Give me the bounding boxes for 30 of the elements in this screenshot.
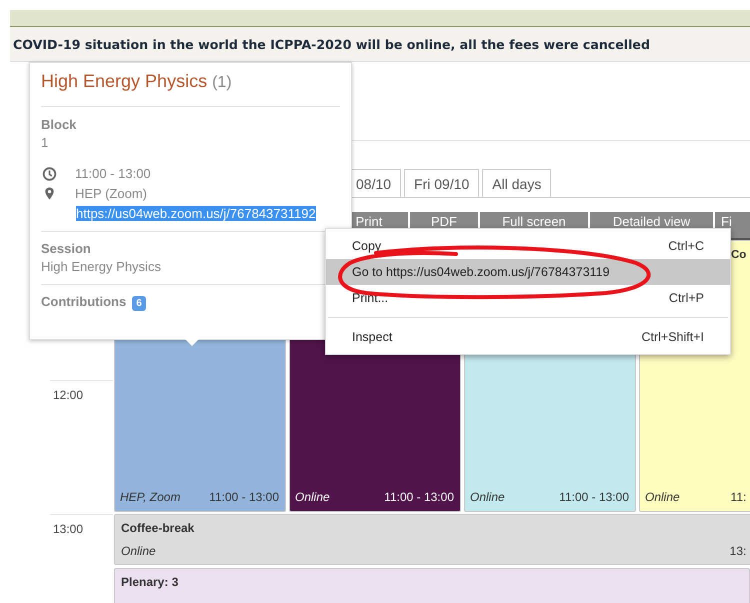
time-text: 11:00 - 13:00 xyxy=(75,166,151,181)
block-title: Co xyxy=(731,249,746,261)
block-location: Online xyxy=(121,544,156,558)
block-label: Block xyxy=(41,117,78,132)
popup-title: High Energy Physics xyxy=(41,71,208,91)
block-location: HEP, Zoom xyxy=(120,490,180,504)
block-time: 11:00 - 13:00 xyxy=(559,490,629,504)
block-value: 1 xyxy=(41,135,50,150)
time-label: 13:00 xyxy=(50,514,113,536)
day-tab[interactable]: All days xyxy=(482,169,552,197)
room-text: HEP (Zoom) xyxy=(75,186,147,201)
session-label: Session xyxy=(41,241,92,256)
block-location: Online xyxy=(470,490,505,504)
popup-count: (1) xyxy=(212,74,232,91)
block-title: Coffee-break xyxy=(121,521,196,535)
block-time: 11:00 - 13:00 xyxy=(209,490,279,504)
count-badge: 6 xyxy=(132,296,146,311)
clock-icon xyxy=(41,166,58,180)
break-block[interactable]: Coffee-break Online 13: xyxy=(114,514,750,565)
block-location: Online xyxy=(295,490,330,504)
block-time: 13: xyxy=(730,544,746,558)
banner-text: COVID-19 situation in the world the ICPPA-2020 will be online, all the fees were cancelled xyxy=(13,36,650,52)
block-title: Plenary: 3 xyxy=(121,575,178,589)
time-label: 12:00 xyxy=(50,380,113,402)
block-time: 11: xyxy=(730,490,746,504)
block-time: 11:00 - 13:00 xyxy=(384,490,454,504)
block-location: Online xyxy=(645,490,680,504)
day-tab[interactable]: Fri 09/10 xyxy=(404,169,480,197)
session-block[interactable]: Plenary: 3 xyxy=(114,568,750,603)
menu-item[interactable]: Go to https://us04web.zoom.us/j/76784373119 xyxy=(326,259,730,285)
